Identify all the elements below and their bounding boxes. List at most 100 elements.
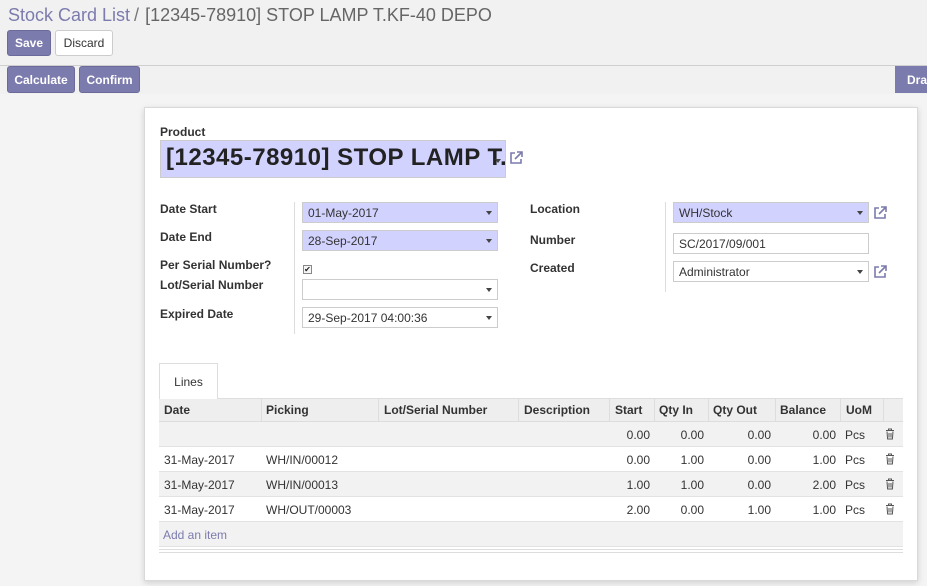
cell-date: 31-May-2017 xyxy=(164,478,235,492)
product-value: [12345-78910] STOP LAMP T.KF-40 DEPO xyxy=(166,144,505,171)
column-divider xyxy=(708,399,709,422)
column-divider xyxy=(883,399,884,422)
product-field[interactable]: [12345-78910] STOP LAMP T.KF-40 DEPO xyxy=(160,140,506,178)
column-divider xyxy=(261,399,262,422)
chevron-down-icon xyxy=(486,211,492,215)
confirm-button[interactable]: Confirm xyxy=(79,66,140,93)
number-value: SC/2017/09/001 xyxy=(679,237,766,251)
cell-balance: 1.00 xyxy=(812,503,836,517)
cell-qty-out: 1.00 xyxy=(747,503,771,517)
column-divider xyxy=(518,399,519,422)
table-header: Date Picking Lot/Serial Number Descripti… xyxy=(159,399,903,422)
trash-icon[interactable] xyxy=(885,503,895,515)
add-item-link[interactable]: Add an item xyxy=(163,528,227,542)
column-header-picking[interactable]: Picking xyxy=(266,403,309,417)
statusbar: Calculate Confirm Draft xyxy=(0,66,927,94)
column-divider xyxy=(654,399,655,422)
chevron-down-icon xyxy=(486,239,492,243)
chevron-down-icon xyxy=(495,159,501,163)
date-end-value: 28-Sep-2017 xyxy=(308,234,378,248)
column-header-start[interactable]: Start xyxy=(615,403,642,417)
form-sheet: Product [12345-78910] STOP LAMP T.KF-40 … xyxy=(144,107,918,581)
column-header-description[interactable]: Description xyxy=(524,403,590,417)
cell-balance: 1.00 xyxy=(812,453,836,467)
trash-icon[interactable] xyxy=(885,428,895,440)
chevron-down-icon xyxy=(486,316,492,320)
column-header-date[interactable]: Date xyxy=(164,403,190,417)
column-header-balance[interactable]: Balance xyxy=(780,403,826,417)
location-field[interactable]: WH/Stock xyxy=(673,202,869,223)
number-field[interactable]: SC/2017/09/001 xyxy=(673,233,869,254)
control-panel: Stock Card List / [12345-78910] STOP LAMP … xyxy=(0,0,927,66)
cell-qty-in: 1.00 xyxy=(680,478,704,492)
table-footer-border xyxy=(159,552,903,553)
external-link-icon[interactable] xyxy=(508,150,524,166)
column-divider xyxy=(840,399,841,422)
external-link-icon[interactable] xyxy=(872,205,888,221)
expired-date-value: 29-Sep-2017 04:00:36 xyxy=(308,311,428,325)
chevron-down-icon xyxy=(486,288,492,292)
chevron-down-icon xyxy=(857,211,863,215)
column-separator xyxy=(665,202,666,292)
date-start-field[interactable]: 01-May-2017 xyxy=(302,202,498,223)
column-divider xyxy=(775,399,776,422)
column-header-uom[interactable]: UoM xyxy=(846,403,872,417)
table-row-add: Add an item xyxy=(159,522,903,547)
column-divider xyxy=(609,399,610,422)
breadcrumb-separator: / xyxy=(134,5,140,25)
lot-serial-field[interactable] xyxy=(302,279,498,300)
cell-uom: Pcs xyxy=(845,453,866,467)
calculate-button[interactable]: Calculate xyxy=(7,66,75,93)
table-row[interactable]: 31-May-2017 WH/IN/00013 1.00 1.00 0.00 2… xyxy=(159,472,903,497)
cell-qty-in: 0.00 xyxy=(680,428,704,442)
trash-icon[interactable] xyxy=(885,478,895,490)
table-row[interactable]: 31-May-2017 WH/OUT/00003 2.00 0.00 1.00 … xyxy=(159,497,903,522)
column-header-qty-out[interactable]: Qty Out xyxy=(713,403,757,417)
breadcrumb: Stock Card List / [12345-78910] STOP LAMP … xyxy=(8,5,492,26)
cell-qty-in: 0.00 xyxy=(680,503,704,517)
cell-picking: WH/IN/00013 xyxy=(266,478,339,492)
number-label: Number xyxy=(530,233,576,247)
created-label: Created xyxy=(530,261,575,275)
tab-lines[interactable]: Lines xyxy=(159,363,218,399)
date-start-value: 01-May-2017 xyxy=(308,206,379,220)
column-separator xyxy=(294,202,295,334)
date-end-field[interactable]: 28-Sep-2017 xyxy=(302,230,498,251)
cell-uom: Pcs xyxy=(845,478,866,492)
cell-date: 31-May-2017 xyxy=(164,503,235,517)
discard-button[interactable]: Discard xyxy=(55,30,113,56)
expired-date-field[interactable]: 29-Sep-2017 04:00:36 xyxy=(302,307,498,328)
column-header-lot[interactable]: Lot/Serial Number xyxy=(384,403,487,417)
chevron-down-icon xyxy=(857,270,863,274)
cell-start: 0.00 xyxy=(626,453,650,467)
column-header-qty-in[interactable]: Qty In xyxy=(659,403,693,417)
cell-date: 31-May-2017 xyxy=(164,453,235,467)
cell-balance: 0.00 xyxy=(812,428,836,442)
cell-start: 2.00 xyxy=(626,503,650,517)
cell-uom: Pcs xyxy=(845,503,866,517)
save-button[interactable]: Save xyxy=(7,30,51,56)
table-row[interactable]: 31-May-2017 WH/IN/00012 0.00 1.00 0.00 1… xyxy=(159,447,903,472)
table-row[interactable]: 0.00 0.00 0.00 0.00 Pcs xyxy=(159,422,903,447)
created-field[interactable]: Administrator xyxy=(673,261,869,282)
location-value: WH/Stock xyxy=(679,206,733,220)
cell-picking: WH/IN/00012 xyxy=(266,453,339,467)
date-end-label: Date End xyxy=(160,230,213,244)
breadcrumb-parent-link[interactable]: Stock Card List xyxy=(8,5,130,25)
per-serial-checkbox[interactable]: ✔ xyxy=(303,265,312,274)
trash-icon[interactable] xyxy=(885,453,895,465)
date-start-label: Date Start xyxy=(160,202,217,216)
external-link-icon[interactable] xyxy=(872,264,888,280)
cell-qty-in: 1.00 xyxy=(680,453,704,467)
status-draft[interactable]: Draft xyxy=(895,66,927,93)
cell-qty-out: 0.00 xyxy=(747,428,771,442)
cell-qty-out: 0.00 xyxy=(747,478,771,492)
table-footer-border xyxy=(159,549,903,550)
cell-balance: 2.00 xyxy=(812,478,836,492)
cell-uom: Pcs xyxy=(845,428,866,442)
per-serial-label: Per Serial Number? xyxy=(160,258,272,272)
lot-serial-label: Lot/Serial Number xyxy=(160,278,264,292)
product-label: Product xyxy=(160,125,206,139)
cell-start: 0.00 xyxy=(626,428,650,442)
cell-picking: WH/OUT/00003 xyxy=(266,503,352,517)
